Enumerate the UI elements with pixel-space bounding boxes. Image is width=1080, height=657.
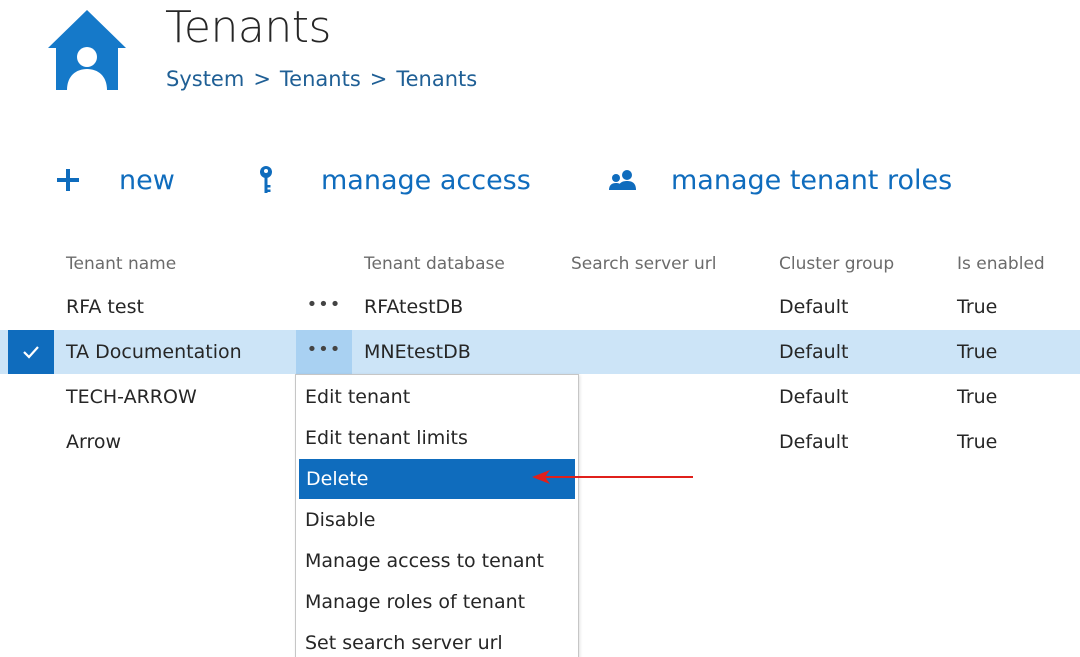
row-menu-button[interactable]: ••• (296, 285, 352, 329)
tenant-name-cell: TA Documentation (66, 341, 242, 363)
manage-access-label: manage access (321, 164, 531, 196)
is-enabled-cell: True (957, 431, 998, 453)
manage-tenant-roles-label: manage tenant roles (671, 164, 953, 196)
is-enabled-cell: True (957, 341, 998, 363)
tenant-database-cell: RFAtestDB (364, 296, 464, 318)
column-header-search-server-url[interactable]: Search server url (571, 254, 717, 274)
column-header-cluster-group[interactable]: Cluster group (779, 254, 894, 274)
new-button[interactable]: new (55, 160, 175, 200)
menu-item-edit-tenant[interactable]: Edit tenant (296, 377, 578, 417)
breadcrumb: System > Tenants > Tenants (166, 67, 477, 91)
breadcrumb-separator: > (369, 67, 388, 91)
breadcrumb-separator: > (253, 67, 271, 91)
table-row[interactable]: RFA test ••• RFAtestDB Default True (0, 285, 1080, 329)
key-icon (260, 166, 272, 193)
home-user-icon (48, 10, 126, 90)
cluster-group-cell: Default (779, 296, 849, 318)
menu-item-set-search-server-url[interactable]: Set search server url (296, 623, 578, 657)
manage-access-button[interactable]: manage access (256, 160, 531, 200)
menu-item-edit-tenant-limits[interactable]: Edit tenant limits (296, 418, 578, 458)
column-header-is-enabled[interactable]: Is enabled (957, 254, 1045, 274)
menu-item-manage-roles-of-tenant[interactable]: Manage roles of tenant (296, 582, 578, 622)
menu-item-manage-access-to-tenant[interactable]: Manage access to tenant (296, 541, 578, 581)
row-context-menu: Edit tenant Edit tenant limits Delete Di… (295, 374, 579, 657)
cluster-group-cell: Default (779, 341, 849, 363)
row-menu-button[interactable]: ••• (296, 330, 352, 374)
is-enabled-cell: True (957, 296, 998, 318)
users-icon (609, 170, 636, 190)
column-header-tenant-name[interactable]: Tenant name (66, 254, 176, 274)
is-enabled-cell: True (957, 386, 998, 408)
column-header-tenant-database[interactable]: Tenant database (364, 254, 505, 274)
annotation-arrow-icon (532, 470, 693, 484)
checkmark-icon (23, 346, 39, 359)
row-checkbox[interactable] (8, 330, 54, 374)
new-button-label: new (119, 164, 175, 196)
tenant-database-cell: MNEtestDB (364, 341, 471, 363)
tenants-page: Tenants System > Tenants > Tenants new manag… (0, 0, 1080, 657)
tenant-name-cell: RFA test (66, 296, 144, 318)
tenant-name-cell: TECH-ARROW (66, 386, 197, 408)
cluster-group-cell: Default (779, 431, 849, 453)
menu-item-disable[interactable]: Disable (296, 500, 578, 540)
page-title: Tenants (165, 2, 331, 53)
tenant-name-cell: Arrow (66, 431, 122, 453)
plus-icon (57, 169, 79, 191)
cluster-group-cell: Default (779, 386, 849, 408)
manage-tenant-roles-button[interactable]: manage tenant roles (608, 160, 952, 200)
table-row-selected[interactable]: TA Documentation ••• MNEtestDB Default T… (0, 330, 1080, 374)
breadcrumb-system[interactable]: System (166, 67, 244, 91)
breadcrumb-tenants-parent[interactable]: Tenants (280, 67, 361, 91)
breadcrumb-tenants-current[interactable]: Tenants (396, 67, 477, 91)
